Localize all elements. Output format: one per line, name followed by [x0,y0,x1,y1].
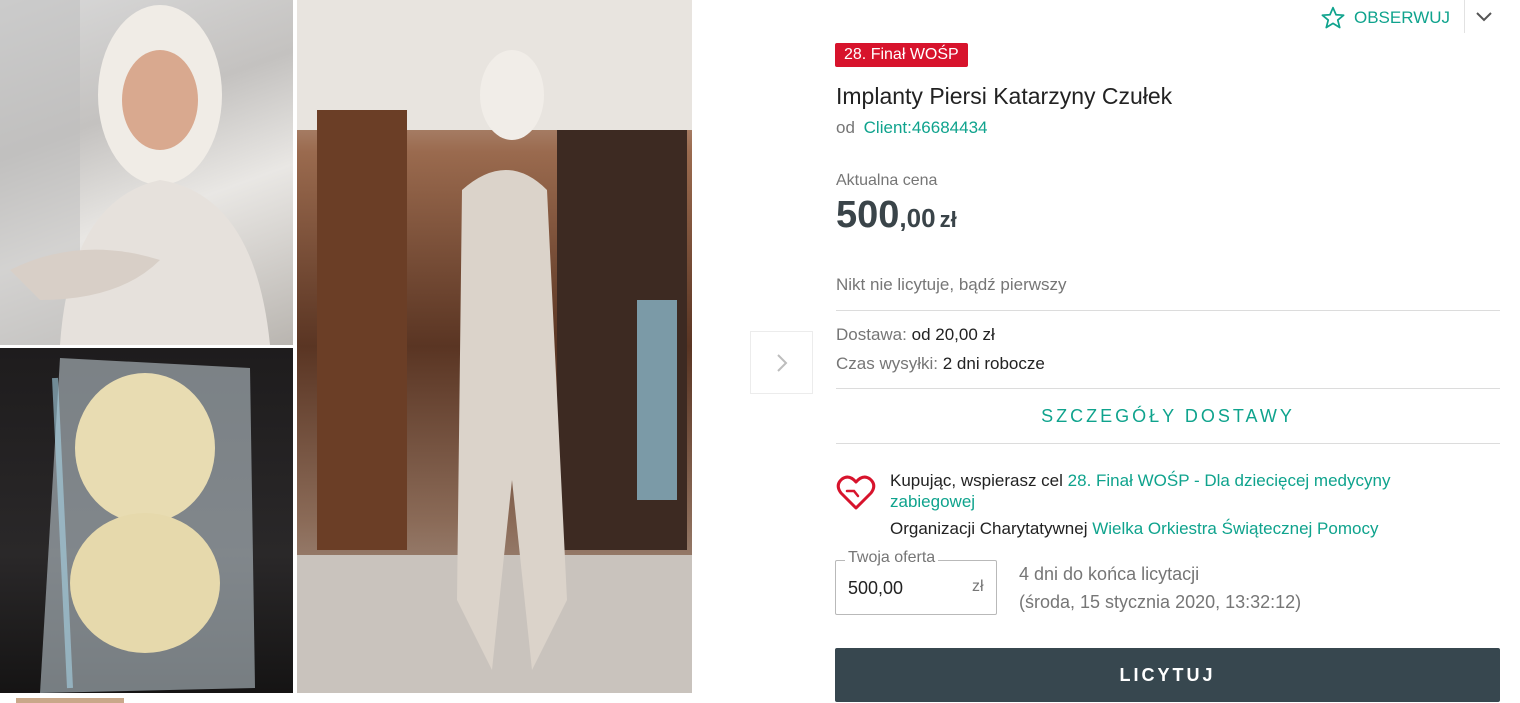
dispatch-time: Czas wysyłki: 2 dni robocze [836,354,1045,374]
charity-goal-text: Kupując, wspierasz cel 28. Finał WOŚP - … [890,470,1450,512]
dispatch-time-value: 2 dni robocze [942,354,1045,373]
implants-photo-art [40,358,255,693]
charity-org-prefix: Organizacji Charytatywnej [890,519,1088,538]
more-options-button[interactable] [1472,6,1496,28]
delivery-cost-label: Dostawa: [836,325,907,344]
dispatch-time-label: Czas wysyłki: [836,354,939,373]
auction-time-left: 4 dni do końca licytacji [1019,564,1200,584]
price-currency: zł [939,207,957,232]
divider [836,310,1500,311]
gallery-image-portrait[interactable] [0,0,293,345]
seller-link[interactable]: Client:46684434 [864,118,988,137]
divider [836,443,1500,444]
bid-button[interactable]: LICYTUJ [835,648,1500,702]
auction-end-date: (środa, 15 stycznia 2020, 13:32:12) [1019,592,1302,612]
gallery-image-full-length[interactable] [297,0,692,693]
charity-heart-icon [836,474,876,512]
delivery-details-link[interactable]: SZCZEGÓŁY DOSTAWY [836,390,1500,442]
current-price: 500,00 zł [836,194,957,237]
seller-prefix: od [836,118,855,137]
portrait-photo-art [0,0,270,345]
price-label: Aktualna cena [836,172,938,189]
watch-button[interactable]: OBSERWUJ [1320,4,1450,32]
bid-amount-input[interactable] [848,576,958,600]
charity-organization-text: Organizacji Charytatywnej Wielka Orkiest… [890,519,1378,539]
delivery-cost-value: od 20,00 zł [911,325,995,344]
campaign-badge[interactable]: 28. Finał WOŚP [835,43,968,67]
chevron-right-icon [776,353,787,372]
charity-goal-prefix: Kupując, wspierasz cel [890,471,1063,490]
gallery-image-implants[interactable] [0,348,293,693]
delivery-cost: Dostawa: od 20,00 zł [836,325,995,345]
charity-org-link[interactable]: Wielka Orkiestra Świątecznej Pomocy [1092,519,1378,538]
divider [836,388,1500,389]
full-length-photo-art [297,0,692,693]
watch-label: OBSERWUJ [1354,8,1451,27]
star-outline-icon [1321,6,1345,29]
gallery-next-button[interactable] [750,331,813,394]
divider [1464,0,1465,33]
price-integer: 500 [836,194,900,236]
bid-currency: zł [972,578,984,595]
thumbnail-strip[interactable] [16,698,124,703]
offer-title: Implanty Piersi Katarzyny Czułek [836,83,1173,109]
seller-line: od Client:46684434 [836,118,987,138]
bid-amount-label: Twoja oferta [845,549,939,567]
price-decimal: ,00 [899,203,936,233]
bids-status: Nikt nie licytuje, bądź pierwszy [836,275,1067,294]
chevron-down-icon [1476,12,1492,22]
